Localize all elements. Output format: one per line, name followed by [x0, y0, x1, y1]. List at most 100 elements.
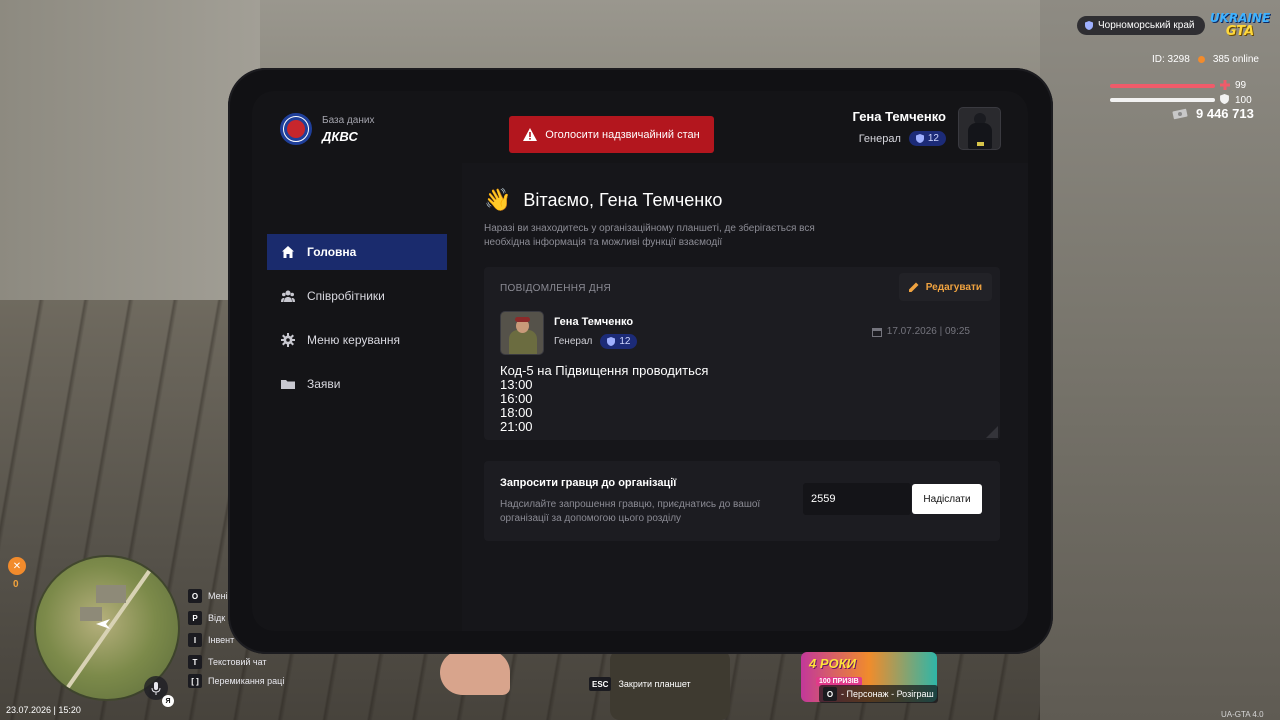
- close-tablet-label: Закрити планшет: [618, 679, 691, 689]
- keycap: P: [188, 611, 202, 625]
- author-name: Гена Темченко: [554, 316, 634, 328]
- online-dot-icon: [1197, 56, 1205, 63]
- keybind-label: Перемикання раці: [208, 676, 285, 686]
- users-icon: [281, 290, 295, 302]
- keybind-label: Відк: [208, 613, 226, 623]
- player-id-row: ID: 3298 385 online: [1152, 54, 1259, 65]
- folder-icon: [281, 380, 295, 389]
- microphone-icon: [151, 681, 161, 695]
- keyboard-language-badge: Я: [162, 695, 174, 707]
- scene-character-feet: [440, 650, 510, 695]
- invite-player-card: Запросити гравця до організації Надсилай…: [484, 461, 1000, 541]
- promo-title: 4 РОКИ: [809, 656, 856, 671]
- tablet-screen: База даних ДКВС Оголосити надзвичайний с…: [252, 91, 1028, 631]
- motd-title: ПОВІДОМЛЕННЯ ДНЯ: [500, 283, 611, 294]
- user-rank-row: Генерал 12: [859, 131, 946, 146]
- money-amount: 9 446 713: [1196, 106, 1254, 121]
- organization-logo: [280, 113, 312, 145]
- author-rank-level: 12: [619, 336, 631, 347]
- sidebar-item-home[interactable]: Головна: [267, 234, 447, 270]
- online-count: 385 online: [1212, 54, 1259, 65]
- user-rank-level: 12: [927, 133, 939, 144]
- cash-icon: [1172, 108, 1188, 119]
- sidebar-item-applications[interactable]: Заяви: [267, 366, 447, 402]
- health-bar: [1110, 84, 1215, 88]
- sidebar-item-control-menu[interactable]: Меню керування: [267, 322, 447, 358]
- edit-motd-label: Редагувати: [925, 281, 982, 293]
- send-invite-button[interactable]: Надіслати: [912, 484, 982, 514]
- keybind-row: I Інвент: [188, 633, 234, 647]
- author-avatar: [500, 311, 544, 355]
- motd-date: 17.07.2026 | 09:25: [886, 326, 970, 337]
- sidebar-item-label: Головна: [307, 245, 357, 259]
- intro-text: Наразі ви знаходитесь у організаційному …: [484, 223, 815, 248]
- pencil-icon: [908, 282, 919, 292]
- database-name: ДКВС: [322, 129, 358, 144]
- user-name: Гена Темченко: [852, 109, 946, 124]
- user-avatar[interactable]: [958, 107, 1001, 150]
- region-indicator: Чорноморський край: [1077, 16, 1205, 35]
- game-version: UA-GTA 4.0: [1221, 710, 1264, 719]
- keycap: T: [188, 655, 202, 669]
- author-rank: Генерал: [554, 336, 593, 347]
- promo-keycap: O: [823, 687, 837, 701]
- keybind-row: P Відк: [188, 611, 225, 625]
- player-id-input[interactable]: [803, 483, 911, 515]
- main-panel: 👋 Вітаємо, Гена Темченко Наразі ви знахо…: [462, 163, 1028, 631]
- declare-emergency-label: Оголосити надзвичайний стан: [545, 128, 700, 141]
- esc-keycap: ESC: [589, 677, 612, 691]
- player-id: ID: 3298: [1152, 54, 1190, 65]
- armor-shield-icon: [1220, 94, 1229, 104]
- region-shield-icon: [1085, 21, 1093, 30]
- region-name: Чорноморський край: [1098, 20, 1195, 31]
- author-rank-badge: 12: [600, 334, 638, 349]
- keybind-row: [ ] Перемикання раці: [188, 674, 284, 688]
- invite-description: Надсилайте запрошення гравцю, приєднатис…: [500, 499, 761, 524]
- calendar-icon: [871, 327, 882, 337]
- keybind-row: T Текстовий чат: [188, 655, 267, 669]
- message-of-the-day-card: ПОВІДОМЛЕННЯ ДНЯ Редагувати Гена Темченк…: [484, 267, 1000, 440]
- money-display: 9 446 713: [1172, 106, 1254, 121]
- keybind-label: Мені: [208, 591, 228, 601]
- gear-icon: [281, 333, 295, 347]
- keycap: I: [188, 633, 202, 647]
- greeting-row: 👋 Вітаємо, Гена Темченко: [484, 187, 722, 213]
- sidebar-item-employees[interactable]: Співробітники: [267, 278, 447, 314]
- keycap: O: [188, 589, 202, 603]
- sidebar-item-label: Заяви: [307, 377, 341, 391]
- user-rank: Генерал: [858, 132, 901, 145]
- user-rank-badge: 12: [908, 131, 946, 146]
- keybind-label: Інвент: [208, 635, 235, 645]
- health-value: 99: [1235, 80, 1247, 91]
- close-tablet-hint[interactable]: ESC Закрити планшет: [589, 677, 691, 691]
- health-cross-icon: [1220, 80, 1230, 90]
- author-rank-row: Генерал 12: [554, 334, 638, 349]
- hunger-icon: ✕: [8, 557, 26, 575]
- motd-date-row: 17.07.2026 | 09:25: [871, 326, 970, 337]
- ukraine-gta-logo: UKRAINE GTA: [1209, 11, 1271, 39]
- keybind-label: Текстовий чат: [208, 657, 267, 667]
- resize-handle-icon[interactable]: [986, 426, 998, 438]
- warning-icon: [523, 128, 538, 141]
- promo-caption: O - Персонаж - Розіграш: [819, 685, 938, 703]
- database-label: База даних: [322, 115, 375, 126]
- armor-bar: [1110, 98, 1215, 102]
- edit-motd-button[interactable]: Редагувати: [898, 273, 992, 301]
- motd-text: Код-5 на Підвищення проводиться 13:00 16…: [500, 363, 709, 434]
- date-time: 23.07.2026 | 15:20: [6, 705, 81, 715]
- greeting-text: Вітаємо, Гена Темченко: [523, 189, 723, 210]
- hunger-value: 0: [13, 579, 19, 590]
- player-marker-icon: [96, 619, 110, 629]
- keycap: [ ]: [188, 674, 202, 688]
- home-icon: [282, 246, 294, 258]
- shield-icon: [607, 337, 616, 346]
- armor-value: 100: [1235, 95, 1252, 106]
- declare-emergency-button[interactable]: Оголосити надзвичайний стан: [509, 116, 714, 153]
- promo-caption-text: - Персонаж - Розіграш: [841, 689, 934, 699]
- keybind-row: O Мені: [188, 589, 228, 603]
- invite-title: Запросити гравця до організації: [500, 477, 677, 489]
- sidebar-item-label: Співробітники: [307, 289, 385, 303]
- sidebar-item-label: Меню керування: [307, 333, 401, 347]
- waving-hand-icon: 👋: [484, 187, 512, 212]
- shield-icon: [915, 134, 924, 143]
